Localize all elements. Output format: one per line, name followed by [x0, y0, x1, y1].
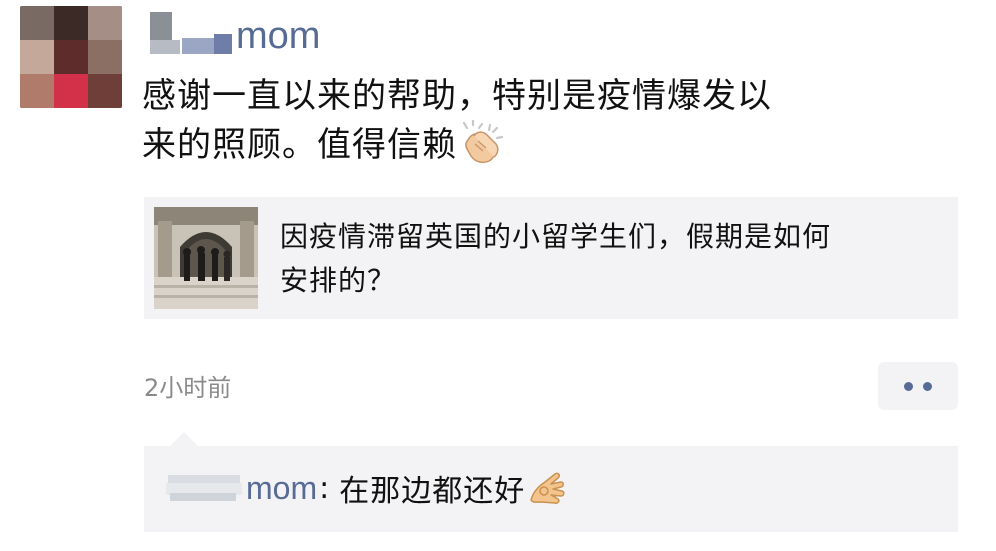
- blurred-commenter-prefix: [166, 473, 244, 503]
- post-author-name[interactable]: mom: [236, 17, 320, 55]
- comments-caret: [170, 432, 198, 446]
- more-dots-icon: [904, 381, 913, 391]
- post-text-line-2-text: 来的照顾。值得信赖: [142, 125, 457, 165]
- more-dots-icon-dot-2: [923, 381, 932, 391]
- post-author[interactable]: mom: [144, 8, 320, 60]
- blurred-name-prefix: [144, 12, 234, 56]
- avatar[interactable]: [20, 6, 122, 108]
- more-button[interactable]: [878, 362, 958, 410]
- post-timestamp: 2小时前: [144, 374, 232, 402]
- link-title-line-1: 因疫情滞留英国的小留学生们，假期是如何: [280, 220, 832, 253]
- link-title-line-2: 安排的？: [280, 264, 397, 297]
- link-thumbnail: [154, 207, 258, 309]
- comment-separator: :: [319, 470, 330, 506]
- shared-link-card[interactable]: 因疫情滞留英国的小留学生们，假期是如何 安排的？: [144, 197, 958, 319]
- ok-hand-icon: [527, 470, 567, 506]
- comments-section: mom : 在那边都还好: [144, 432, 958, 532]
- post-text-line-1: 感谢一直以来的帮助，特别是疫情爆发以: [142, 76, 772, 116]
- comment-text: 在那边都还好: [339, 474, 526, 509]
- comment-item[interactable]: mom : 在那边都还好: [166, 466, 567, 510]
- post-text-line-2: 来的照顾。值得信赖: [142, 118, 932, 169]
- link-title[interactable]: 因疫情滞留英国的小留学生们，假期是如何 安排的？: [280, 215, 940, 303]
- clapping-hands-icon: [459, 118, 505, 164]
- commenter-name[interactable]: mom: [246, 470, 317, 507]
- post-text: 感谢一直以来的帮助，特别是疫情爆发以 来的照顾。值得信赖: [142, 72, 932, 169]
